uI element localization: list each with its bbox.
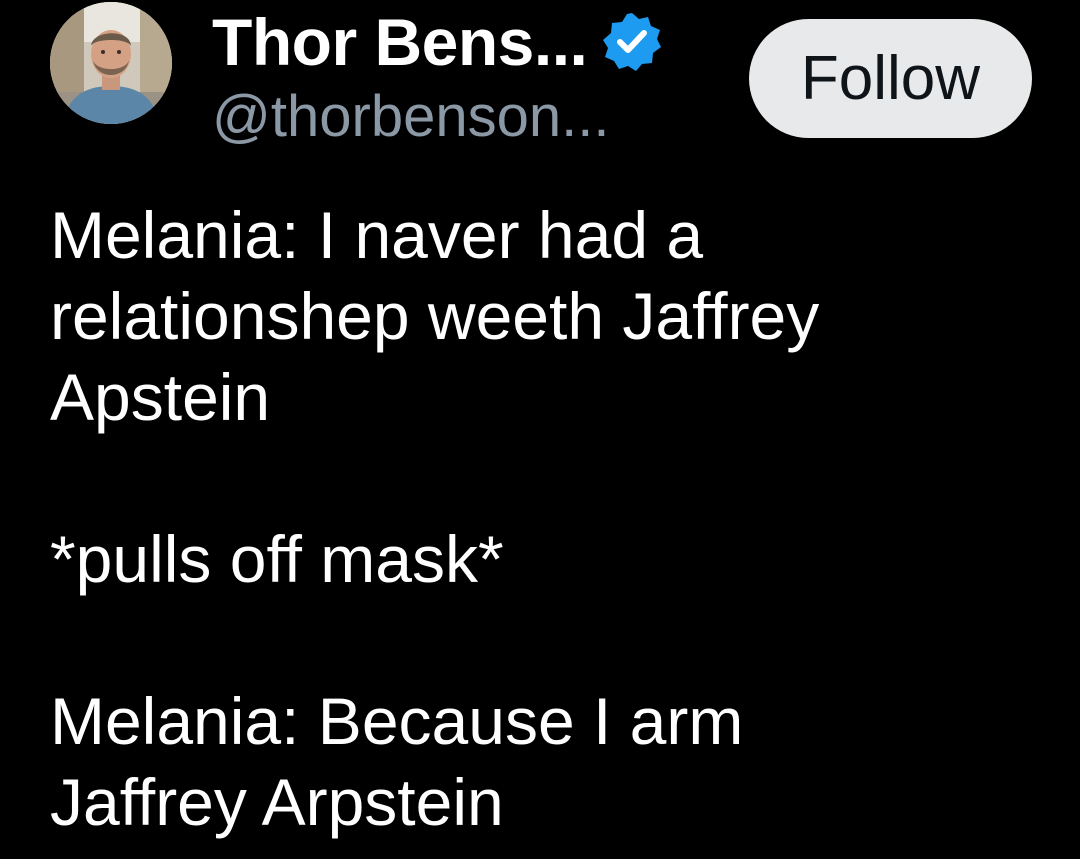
- verified-badge-icon: [603, 13, 662, 71]
- author-avatar[interactable]: [50, 2, 172, 124]
- author-name-row: Thor Bens...: [212, 4, 663, 80]
- follow-button[interactable]: Follow: [749, 19, 1032, 138]
- author-display-name[interactable]: Thor Bens...: [212, 9, 588, 75]
- person-avatar-photo: [50, 2, 172, 124]
- author-handle[interactable]: @thorbenson...: [212, 88, 609, 146]
- tweet-text: Melania: I naver had a relationshep weet…: [50, 198, 820, 839]
